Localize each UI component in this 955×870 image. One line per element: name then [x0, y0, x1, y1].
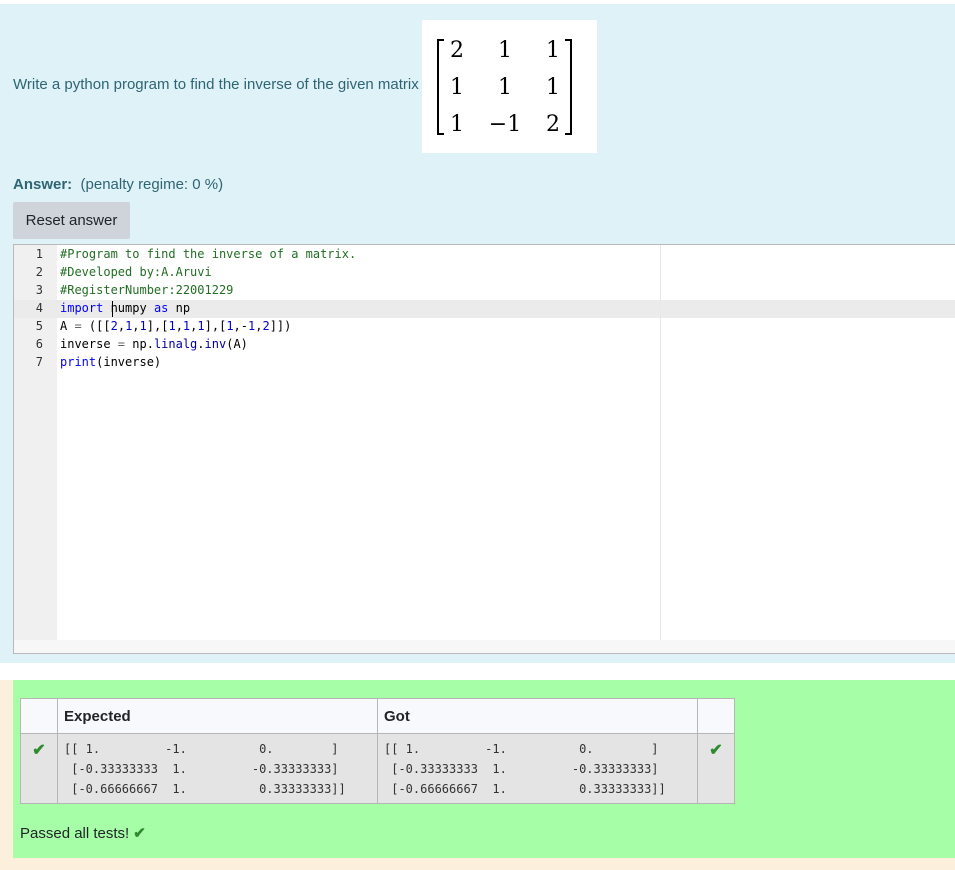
pass-area: Expected Got ✔ [[ 1. -1. 0. ] [-0.333333… [13, 680, 955, 858]
matrix-cell: 1 [546, 38, 560, 63]
matrix-cell: 1 [546, 75, 560, 100]
print-margin [660, 245, 661, 640]
row-result-cell: ✔ [697, 733, 735, 804]
header-blank [20, 698, 58, 734]
code-line[interactable]: print(inverse) [60, 353, 161, 371]
matrix-cell: 1 [498, 38, 512, 63]
code-line[interactable]: import numpy as np [60, 299, 190, 317]
header-got: Got [377, 698, 698, 734]
check-icon: ✔ [32, 742, 46, 759]
matrix-cell: 1 [450, 75, 464, 100]
code-line[interactable]: #Developed by:A.Aruvi [60, 263, 212, 281]
check-icon: ✔ [133, 825, 146, 842]
code-editor[interactable]: 1 2 3 4 5 6 7 #Program to find the inverse of … [13, 244, 955, 654]
matrix-right-bracket [565, 39, 572, 135]
result-panel: Expected Got ✔ [[ 1. -1. 0. ] [-0.333333… [0, 680, 955, 870]
matrix-left-bracket [437, 39, 444, 135]
matrix-image: 2 1 1 1 1 1 1 −1 2 [422, 20, 597, 153]
penalty-regime: (penalty regime: 0 %) [80, 176, 224, 193]
line-number: 7 [35, 355, 43, 369]
row-status-cell: ✔ [20, 733, 58, 804]
expected-output: [[ 1. -1. 0. ] [-0.33333333 1. -0.333333… [64, 742, 346, 796]
line-number: 5 [35, 319, 43, 333]
matrix-cell: −1 [489, 112, 521, 137]
answer-label: Answer: [13, 176, 73, 193]
question-panel: Write a python program to find the inver… [0, 4, 955, 663]
got-output: [[ 1. -1. 0. ] [-0.33333333 1. -0.333333… [384, 742, 666, 796]
answer-label-line: Answer: (penalty regime: 0 %) [13, 176, 223, 193]
text-cursor [112, 301, 113, 317]
matrix-cell: 2 [450, 38, 464, 63]
line-number: 1 [35, 247, 43, 261]
line-number: 4 [35, 301, 43, 315]
matrix-cell: 1 [498, 75, 512, 100]
results-table: Expected Got ✔ [[ 1. -1. 0. ] [-0.333333… [20, 698, 735, 804]
line-number: 3 [35, 283, 43, 297]
expected-cell: [[ 1. -1. 0. ] [-0.33333333 1. -0.333333… [57, 733, 378, 804]
code-line[interactable]: #RegisterNumber:22001229 [60, 281, 233, 299]
got-cell: [[ 1. -1. 0. ] [-0.33333333 1. -0.333333… [377, 733, 698, 804]
line-number: 6 [35, 337, 43, 351]
code-line[interactable]: inverse = np.linalg.inv(A) [60, 335, 248, 353]
passed-message: Passed all tests! ✔ [20, 825, 146, 842]
header-expected: Expected [57, 698, 378, 734]
matrix-cell: 2 [546, 112, 560, 137]
reset-answer-button[interactable]: Reset answer [13, 202, 130, 239]
check-icon: ✔ [709, 742, 723, 759]
code-line[interactable]: #Program to find the inverse of a matrix… [60, 245, 356, 263]
question-text: Write a python program to find the inver… [13, 76, 419, 93]
line-number: 2 [35, 265, 43, 279]
matrix-svg: 2 1 1 1 1 1 1 −1 2 [437, 38, 572, 137]
matrix-cell: 1 [450, 112, 464, 137]
code-line[interactable]: A = ([[2,1,1],[1,1,1],[1,-1,2]]) [60, 317, 291, 335]
header-blank-2 [697, 698, 735, 734]
